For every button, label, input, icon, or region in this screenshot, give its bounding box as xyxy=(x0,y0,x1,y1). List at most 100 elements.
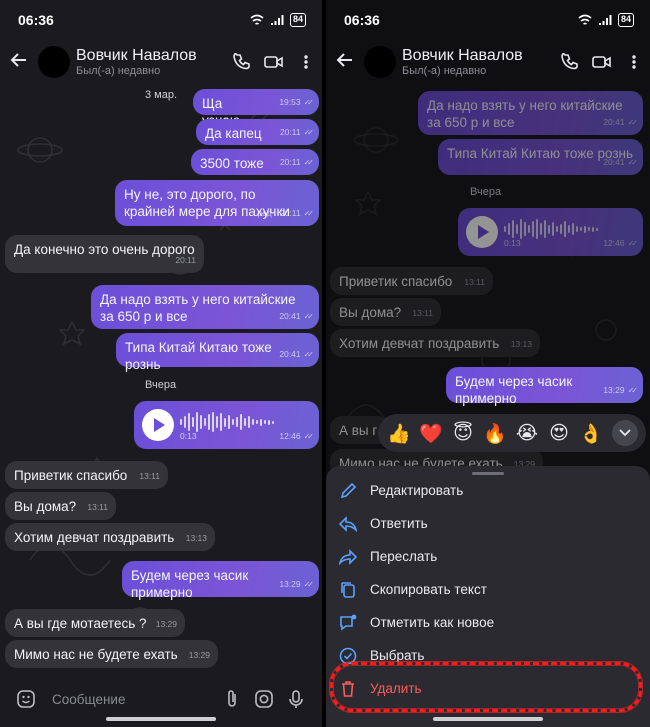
read-ticks-icon: ✓✓ xyxy=(303,312,315,321)
contact-info[interactable]: Вовчик Навалов Был(-а) недавно xyxy=(402,47,554,77)
copy-icon xyxy=(326,581,370,599)
phone-icon[interactable] xyxy=(226,53,258,71)
reply-icon xyxy=(326,515,370,532)
message-time: 20:11 xyxy=(175,255,196,265)
contact-name: Вовчик Навалов xyxy=(76,47,197,64)
message-bubble-outgoing[interactable]: Ну не, это дорого, по крайней мере для п… xyxy=(115,180,319,226)
message-bubble-incoming[interactable]: Мимо нас не будете ехать 13:29 xyxy=(5,640,218,668)
menu-item-reply[interactable]: Ответить xyxy=(326,507,650,540)
message-bubble-incoming[interactable]: А вы где мотаетесь ? 13:29 xyxy=(5,609,185,637)
message-text: Будем через часик примерно xyxy=(131,568,249,600)
message-bubble-incoming[interactable]: Приветик спасибо 13:11 xyxy=(5,461,168,489)
status-time: 06:36 xyxy=(18,12,54,28)
message-time: 20:41 xyxy=(279,349,301,359)
selected-message-bubble[interactable]: Будем через часик примерно 13:29 ✓✓ xyxy=(446,367,643,406)
message-actions-sheet: Редактировать Ответить Переслать Скопиро… xyxy=(326,466,650,727)
message-text: Типа Китай Китаю тоже рознь xyxy=(125,340,272,372)
message-bubble-outgoing[interactable]: 3500 тоже 20:11 ✓✓ xyxy=(191,149,319,175)
reaction-thumbs-up[interactable]: 👍 xyxy=(384,418,414,448)
reaction-heart-eyes[interactable]: 😍 xyxy=(544,418,574,448)
reaction-ok-hand[interactable]: 👌 xyxy=(576,418,606,448)
read-ticks-icon: ✓✓ xyxy=(303,432,315,441)
play-button[interactable] xyxy=(142,409,174,441)
message-bubble-outgoing[interactable]: Да надо взять у него китайские за 650 р … xyxy=(91,285,319,329)
message-bubble-incoming[interactable]: Вы дома? 13:11 xyxy=(5,492,116,520)
message-bubble-outgoing[interactable]: Будем через часик примерно 13:29 ✓✓ xyxy=(122,561,319,600)
message-text: Вы дома? xyxy=(14,499,77,514)
pencil-icon xyxy=(326,482,370,500)
edited-label: ред xyxy=(257,208,272,218)
menu-item-label: Ответить xyxy=(370,516,428,531)
message-text: Будем через часик примерно xyxy=(455,374,573,406)
message-bubble-incoming[interactable]: Хотим девчат поздравить 13:13 xyxy=(5,523,215,551)
chevron-down-icon[interactable] xyxy=(612,420,638,446)
message-text: Мимо нас не будете ехать xyxy=(14,647,178,662)
reaction-fire[interactable]: 🔥 xyxy=(480,418,510,448)
message-bubble-incoming[interactable]: Да конечно это очень дорого 20:11 xyxy=(5,235,204,273)
voice-duration: 0:13 xyxy=(180,431,197,441)
contact-status: Был(-а) недавно xyxy=(402,65,487,77)
message-text: Да конечно это очень дорого xyxy=(14,242,195,257)
avatar[interactable] xyxy=(364,46,396,78)
message-text: 3500 тоже xyxy=(200,156,264,171)
contact-info[interactable]: Вовчик Навалов Был(-а) недавно xyxy=(76,47,226,77)
message-bubble-outgoing[interactable]: Типа Китай Китаю тоже рознь 20:41 ✓✓ xyxy=(116,333,319,372)
back-arrow-icon[interactable] xyxy=(2,51,36,74)
reaction-halo[interactable]: 😇 xyxy=(448,418,478,448)
voice-message-bubble[interactable]: 0:13 12:46 ✓✓ xyxy=(134,401,319,449)
message-bubble-outgoing[interactable]: Да капец 20:11 ✓✓ xyxy=(196,119,319,145)
mark-unread-icon xyxy=(326,614,370,632)
message-time: 13:11 xyxy=(87,502,108,512)
battery-indicator: 84 xyxy=(617,13,634,27)
sticker-icon[interactable] xyxy=(10,689,42,709)
menu-item-label: Переслать xyxy=(370,549,438,564)
reaction-crying[interactable]: 😭 xyxy=(512,418,542,448)
avatar[interactable] xyxy=(38,46,70,78)
more-vertical-icon[interactable] xyxy=(618,54,650,70)
microphone-icon[interactable] xyxy=(280,689,312,709)
reaction-picker: 👍 ❤️ 😇 🔥 😭 😍 👌 xyxy=(378,414,646,452)
video-call-icon[interactable] xyxy=(586,54,618,70)
message-text: Да капец xyxy=(205,126,262,141)
status-bar: 06:36 84 xyxy=(0,0,322,40)
chat-screen-right: 06:36 84 Вовчик Навалов Был(-а) недавно … xyxy=(326,0,650,727)
contact-name: Вовчик Навалов xyxy=(402,47,523,64)
reaction-heart[interactable]: ❤️ xyxy=(416,418,446,448)
message-bubble-outgoing[interactable]: Ща узнаю 19:53✓✓ xyxy=(193,89,319,128)
menu-item-mark-unread[interactable]: Отметить как новое xyxy=(326,606,650,639)
menu-item-forward[interactable]: Переслать xyxy=(326,540,650,573)
message-time: 13:29 xyxy=(155,619,177,629)
back-arrow-icon[interactable] xyxy=(328,51,362,74)
message-time: 13:29 xyxy=(279,579,301,589)
menu-item-label: Выбрать xyxy=(370,648,425,663)
camera-icon[interactable] xyxy=(248,689,280,709)
phone-icon[interactable] xyxy=(554,53,586,71)
home-indicator xyxy=(433,717,543,721)
message-time: 13:13 xyxy=(185,533,207,543)
signal-icon xyxy=(270,15,284,25)
read-ticks-icon: ✓✓ xyxy=(303,209,315,218)
chat-header: Вовчик Навалов Был(-а) недавно xyxy=(326,40,650,84)
message-text: Да надо взять у него китайские за 650 р … xyxy=(100,292,296,324)
highlight-annotation xyxy=(330,662,642,712)
message-input[interactable]: Сообщение xyxy=(52,692,216,707)
home-indicator xyxy=(106,717,216,721)
read-ticks-icon: ✓✓ xyxy=(303,580,315,589)
message-text: А вы где мотаетесь ? xyxy=(14,616,147,631)
forward-icon xyxy=(326,548,370,565)
read-ticks-icon: ✓✓ xyxy=(627,386,639,395)
wifi-icon xyxy=(250,14,264,25)
more-vertical-icon[interactable] xyxy=(290,54,322,70)
status-bar: 06:36 84 xyxy=(326,0,650,40)
video-call-icon[interactable] xyxy=(258,54,290,70)
message-time: 20:11 xyxy=(279,127,301,137)
menu-item-edit[interactable]: Редактировать xyxy=(326,474,650,507)
message-time: 20:41 xyxy=(279,311,301,321)
message-text: Приветик спасибо xyxy=(14,468,128,483)
contact-status: Был(-а) недавно xyxy=(76,65,161,77)
date-separator: Вчера xyxy=(145,379,177,391)
menu-item-copy[interactable]: Скопировать текст xyxy=(326,573,650,606)
attach-icon[interactable] xyxy=(216,689,248,709)
menu-item-label: Скопировать текст xyxy=(370,582,487,597)
message-time: 20:11 xyxy=(279,208,301,218)
